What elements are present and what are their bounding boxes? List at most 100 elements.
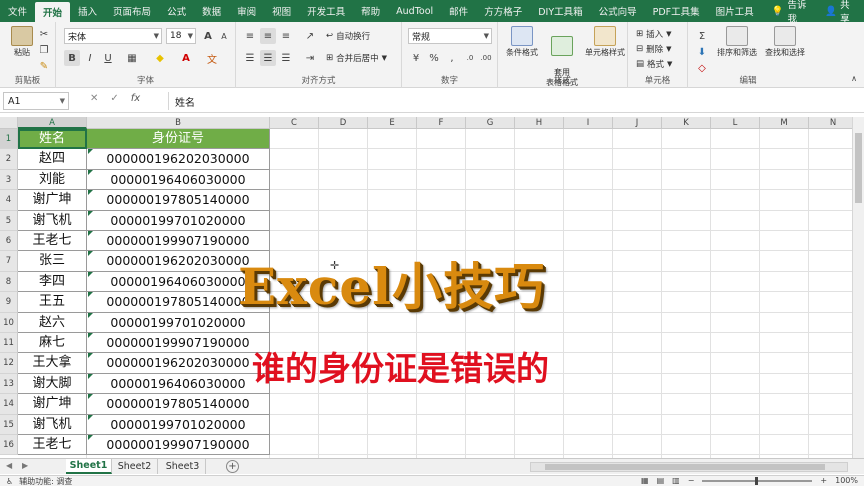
column-header[interactable]: G xyxy=(466,117,515,129)
header-cell-id[interactable]: 身份证号 xyxy=(87,129,270,150)
indent-icon[interactable]: ⇥ xyxy=(302,50,318,66)
align-top-icon[interactable]: ≡ xyxy=(242,28,258,44)
ribbon-tab[interactable]: DIY工具箱 xyxy=(530,0,590,22)
id-number-cell[interactable]: 000000199907190000 xyxy=(87,333,270,354)
underline-button[interactable]: U xyxy=(100,50,116,66)
horizontal-scroll-thumb[interactable] xyxy=(545,464,825,470)
row-header[interactable]: 5 xyxy=(0,210,18,231)
id-number-cell[interactable]: 000000196202030000 xyxy=(87,353,270,374)
row-header[interactable]: 7 xyxy=(0,251,18,272)
number-format-select[interactable]: 常规 ▼ xyxy=(408,28,492,44)
row-header[interactable]: 10 xyxy=(0,312,18,333)
ribbon-tab[interactable]: 视图 xyxy=(264,0,299,22)
select-all-corner[interactable] xyxy=(0,117,18,129)
text-number-warning-icon[interactable] xyxy=(88,231,93,236)
name-cell[interactable]: 赵四 xyxy=(18,149,87,170)
name-cell[interactable]: 谢广坤 xyxy=(18,394,87,415)
id-number-cell[interactable]: 00000199701020000 xyxy=(87,414,270,435)
ribbon-tab[interactable]: 公式向导 xyxy=(591,0,645,22)
collapse-ribbon-icon[interactable]: ∧ xyxy=(846,70,862,86)
row-header[interactable]: 6 xyxy=(0,231,18,252)
row-header[interactable]: 16 xyxy=(0,435,18,456)
cut-icon[interactable]: ✂ xyxy=(36,26,52,42)
name-cell[interactable]: 李四 xyxy=(18,271,87,293)
text-number-warning-icon[interactable] xyxy=(88,169,93,175)
text-number-warning-icon[interactable] xyxy=(88,312,93,318)
text-number-warning-icon[interactable] xyxy=(88,394,93,400)
ribbon-tab[interactable]: AudTool xyxy=(388,0,441,22)
orientation-icon[interactable]: ↗ xyxy=(302,28,318,44)
cancel-icon[interactable]: ✕ xyxy=(90,93,98,104)
id-number-cell[interactable]: 000000199907190000 xyxy=(87,435,270,456)
ribbon-tab[interactable]: 方方格子 xyxy=(476,0,530,22)
id-number-cell[interactable]: 00000196406030000 xyxy=(87,373,270,395)
text-number-warning-icon[interactable] xyxy=(88,271,93,277)
text-number-warning-icon[interactable] xyxy=(88,190,93,196)
percent-icon[interactable]: % xyxy=(426,50,442,66)
page-layout-icon[interactable]: ▤ xyxy=(657,476,665,485)
cell-styles-button[interactable]: 单元格样式 xyxy=(582,26,628,58)
align-left-icon[interactable]: ☰ xyxy=(242,50,258,66)
confirm-icon[interactable]: ✓ xyxy=(110,93,118,104)
prev-sheet-icon[interactable]: ◀ xyxy=(6,461,12,470)
zoom-in-icon[interactable]: + xyxy=(820,476,827,485)
text-number-warning-icon[interactable] xyxy=(88,292,93,298)
ribbon-tab[interactable]: 数据 xyxy=(194,0,229,22)
find-select-button[interactable]: 查找和选择 xyxy=(762,26,808,58)
id-number-cell[interactable]: 00000199701020000 xyxy=(87,210,270,231)
row-header[interactable]: 12 xyxy=(0,353,18,374)
id-number-cell[interactable]: 000000196202030000 xyxy=(87,149,270,170)
border-icon[interactable]: ▦ xyxy=(124,50,140,66)
row-header[interactable]: 13 xyxy=(0,373,18,395)
phonetic-icon[interactable]: 文 xyxy=(204,50,220,66)
fill-icon[interactable]: ⬇ xyxy=(694,44,710,60)
ribbon-tab[interactable]: 文件 xyxy=(0,0,35,22)
increase-decimal-icon[interactable]: .0 xyxy=(462,50,478,66)
ribbon-tab[interactable]: 邮件 xyxy=(441,0,476,22)
horizontal-scrollbar[interactable] xyxy=(530,462,848,472)
row-header[interactable]: 3 xyxy=(0,169,18,191)
vertical-scroll-thumb[interactable] xyxy=(855,133,862,203)
row-header[interactable]: 15 xyxy=(0,414,18,435)
sheet-tab[interactable]: Sheet3 xyxy=(160,459,206,474)
row-header[interactable]: 4 xyxy=(0,190,18,211)
delete-cells-button[interactable]: ⊟ 删除 ▼ xyxy=(636,43,672,55)
row-header[interactable]: 11 xyxy=(0,333,18,354)
id-number-cell[interactable]: 00000196406030000 xyxy=(87,169,270,191)
add-sheet-icon[interactable]: + xyxy=(226,460,239,473)
name-box[interactable]: A1 ▼ xyxy=(3,92,69,110)
zoom-thumb[interactable] xyxy=(755,476,759,485)
sort-filter-button[interactable]: 排序和筛选 xyxy=(714,26,760,58)
font-color-icon[interactable]: A xyxy=(178,50,194,66)
ribbon-tab[interactable]: 插入 xyxy=(70,0,105,22)
font-name-select[interactable]: 宋体 ▼ xyxy=(64,28,162,44)
ribbon-tab[interactable]: 图片工具 xyxy=(708,0,762,22)
page-break-icon[interactable]: ▥ xyxy=(672,476,680,485)
accessibility-status[interactable]: 辅助功能: 调查 xyxy=(19,476,72,486)
column-header[interactable]: D xyxy=(319,117,368,129)
zoom-out-icon[interactable]: − xyxy=(688,476,695,485)
name-cell[interactable]: 王大拿 xyxy=(18,353,87,374)
column-header[interactable]: K xyxy=(662,117,711,129)
formula-input[interactable]: 姓名 xyxy=(168,92,858,110)
name-cell[interactable]: 麻七 xyxy=(18,333,87,354)
column-header[interactable]: N xyxy=(809,117,858,129)
currency-icon[interactable]: ¥ xyxy=(408,50,424,66)
text-number-warning-icon[interactable] xyxy=(88,414,93,420)
column-header[interactable]: F xyxy=(417,117,466,129)
name-cell[interactable]: 张三 xyxy=(18,251,87,272)
copy-icon[interactable]: ❐ xyxy=(36,42,52,58)
insert-cells-button[interactable]: ⊞ 插入 ▼ xyxy=(636,28,672,40)
column-header[interactable]: L xyxy=(711,117,760,129)
id-number-cell[interactable]: 000000197805140000 xyxy=(87,394,270,415)
name-cell[interactable]: 王老七 xyxy=(18,231,87,252)
ribbon-tab[interactable]: 帮助 xyxy=(353,0,388,22)
column-header[interactable]: I xyxy=(564,117,613,129)
column-header[interactable]: C xyxy=(270,117,319,129)
merge-center-button[interactable]: ⊞ 合并后居中 ▼ xyxy=(326,52,387,64)
id-number-cell[interactable]: 000000197805140000 xyxy=(87,190,270,211)
decrease-decimal-icon[interactable]: .00 xyxy=(478,50,494,66)
bold-button[interactable]: B xyxy=(64,50,80,66)
sheet-tab[interactable]: Sheet2 xyxy=(112,459,158,474)
row-header[interactable]: 9 xyxy=(0,292,18,313)
